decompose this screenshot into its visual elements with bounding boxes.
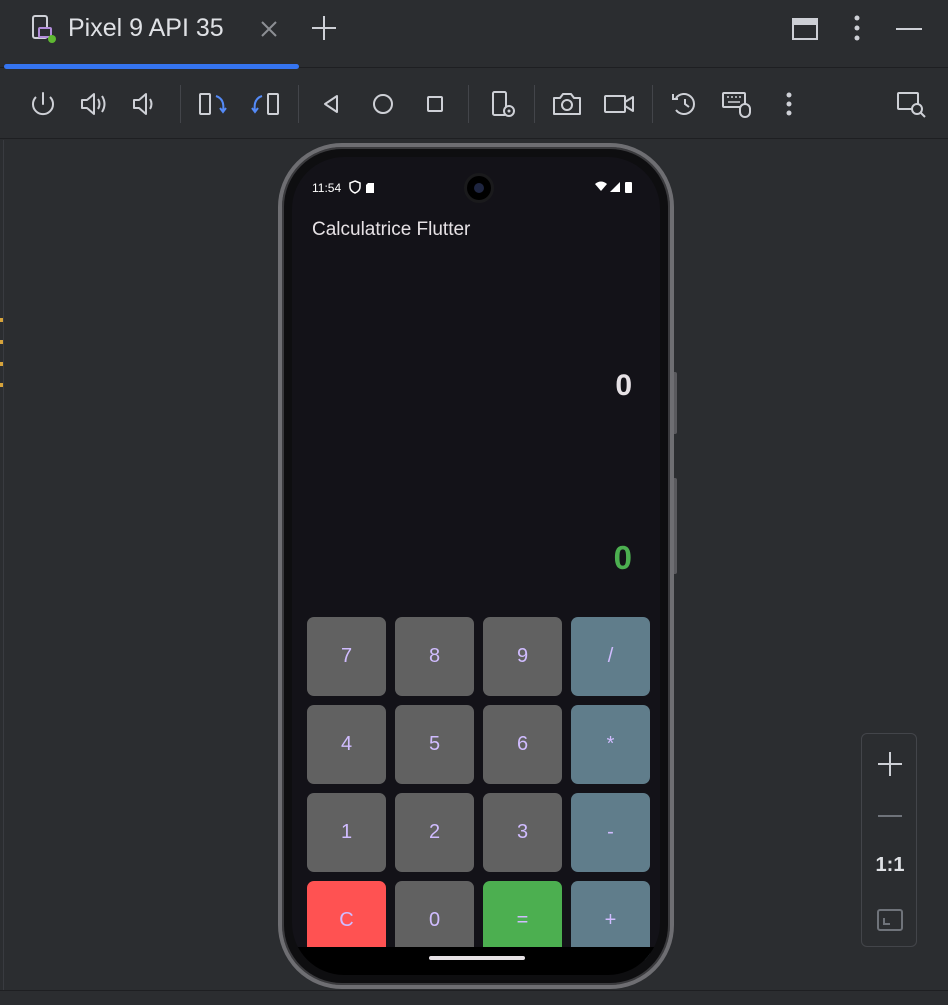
status-notification-icons — [348, 180, 378, 194]
tab-bar: Pixel 9 API 35 — [0, 0, 948, 69]
key-3-button[interactable]: 3 — [483, 793, 562, 872]
key-divide-button[interactable]: / — [571, 617, 650, 696]
key-5-button[interactable]: 5 — [395, 705, 474, 784]
expression-display: 0 — [615, 369, 632, 402]
device-settings-icon[interactable] — [486, 87, 520, 121]
front-camera — [464, 173, 494, 203]
device-search-icon[interactable] — [894, 87, 928, 121]
keyboard-mouse-icon[interactable] — [720, 87, 754, 121]
zoom-controls: 1:1 — [861, 733, 917, 947]
power-icon[interactable] — [26, 87, 60, 121]
volume-down-icon[interactable] — [127, 87, 161, 121]
key-8-button[interactable]: 8 — [395, 617, 474, 696]
device-screen[interactable]: 11:54 Calculatrice Flutter 0 0 7 8 9/ 4 5 6 * 1… — [292, 157, 660, 975]
back-icon[interactable] — [314, 87, 348, 121]
screen-record-icon[interactable] — [602, 87, 636, 121]
key-9-button[interactable]: 9 — [483, 617, 562, 696]
emulator-window: Pixel 9 API 35 11:54 Calculatrice Flutte… — [0, 0, 948, 1005]
key-2-button[interactable]: 2 — [395, 793, 474, 872]
window-restore-icon[interactable] — [790, 14, 820, 44]
status-system-icons — [594, 180, 638, 194]
toolbar-separator — [298, 85, 299, 123]
home-icon[interactable] — [366, 87, 400, 121]
result-display: 0 — [613, 539, 632, 576]
gutter-marker — [0, 340, 3, 344]
overview-icon[interactable] — [418, 87, 452, 121]
gutter-marker — [0, 318, 3, 322]
more-vertical-icon[interactable] — [842, 12, 872, 44]
key-6-button[interactable]: 6 — [483, 705, 562, 784]
rotate-right-icon[interactable] — [248, 87, 282, 121]
emulator-toolbar — [0, 69, 948, 139]
key-1-button[interactable]: 1 — [307, 793, 386, 872]
key-4-button[interactable]: 4 — [307, 705, 386, 784]
gutter-marker — [0, 362, 3, 366]
plus-icon[interactable] — [308, 12, 340, 44]
rotate-left-icon[interactable] — [196, 87, 230, 121]
app-bar-title: Calculatrice Flutter — [312, 219, 471, 240]
tab-title: Pixel 9 API 35 — [68, 14, 224, 42]
zoom-out-icon[interactable] — [874, 800, 906, 832]
close-icon[interactable] — [256, 16, 282, 42]
snapshot-icon[interactable] — [668, 87, 702, 121]
key-multiply-button[interactable]: * — [571, 705, 650, 784]
toolbar-separator — [534, 85, 535, 123]
toolbar-separator — [468, 85, 469, 123]
camera-icon[interactable] — [550, 87, 584, 121]
device-tab[interactable]: Pixel 9 API 35 — [0, 0, 300, 69]
toolbar-separator — [180, 85, 181, 123]
gesture-handle[interactable] — [429, 956, 525, 960]
volume-up-icon[interactable] — [77, 87, 111, 121]
left-gutter — [0, 140, 4, 990]
toolbar-separator — [652, 85, 653, 123]
status-time: 11:54 — [312, 181, 342, 195]
zoom-in-icon[interactable] — [874, 748, 906, 780]
camera-lens — [474, 183, 484, 193]
minimize-icon[interactable] — [892, 14, 926, 44]
device-frame: 11:54 Calculatrice Flutter 0 0 7 8 9/ 4 5 6 * 1… — [278, 143, 674, 989]
zoom-fit-icon[interactable] — [874, 904, 906, 936]
key-subtract-button[interactable]: - — [571, 793, 650, 872]
gesture-nav-area — [292, 947, 660, 975]
device-icon — [30, 14, 58, 44]
status-strip — [0, 990, 948, 1005]
gutter-marker — [0, 383, 3, 387]
zoom-actual-size-button[interactable]: 1:1 — [862, 854, 918, 877]
key-7-button[interactable]: 7 — [307, 617, 386, 696]
more-vertical-icon[interactable] — [772, 87, 806, 121]
